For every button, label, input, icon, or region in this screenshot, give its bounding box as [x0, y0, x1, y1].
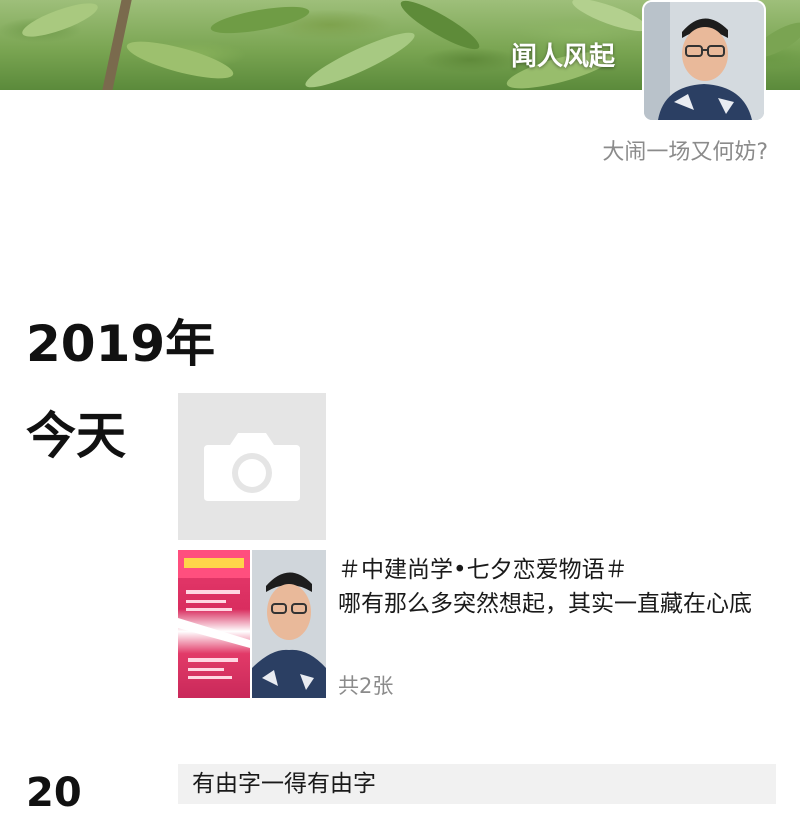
avatar-portrait [644, 2, 764, 120]
post-thumbnail-selfie[interactable] [252, 550, 326, 698]
avatar[interactable] [642, 0, 766, 122]
cover-username[interactable]: 闻人风起 [511, 36, 615, 73]
next-post-text[interactable]: 有由字一得有由字 [178, 764, 776, 804]
selfie-portrait [252, 550, 326, 698]
camera-icon [204, 433, 300, 501]
post-text[interactable]: ＃中建尚学•七夕恋爱物语＃ 哪有那么多突然想起，其实一直藏在心底 [338, 553, 768, 621]
timeline-date-next: 20 [26, 770, 82, 816]
post-image-thumbnails[interactable] [178, 550, 326, 698]
timeline-date: 今天 [26, 407, 126, 465]
post-image-count: 共2张 [338, 674, 394, 698]
timeline-year: 2019年 [26, 315, 216, 373]
new-post-camera-button[interactable] [178, 393, 326, 540]
post-thumbnail-poster[interactable] [178, 550, 250, 698]
profile-signature: 大闹一场又何妨? [602, 140, 768, 165]
post-text-hashtag: ＃中建尚学•七夕恋爱物语＃ [338, 557, 628, 583]
poster-graphic [178, 550, 250, 679]
post-text-body: 哪有那么多突然想起，其实一直藏在心底 [338, 591, 752, 617]
